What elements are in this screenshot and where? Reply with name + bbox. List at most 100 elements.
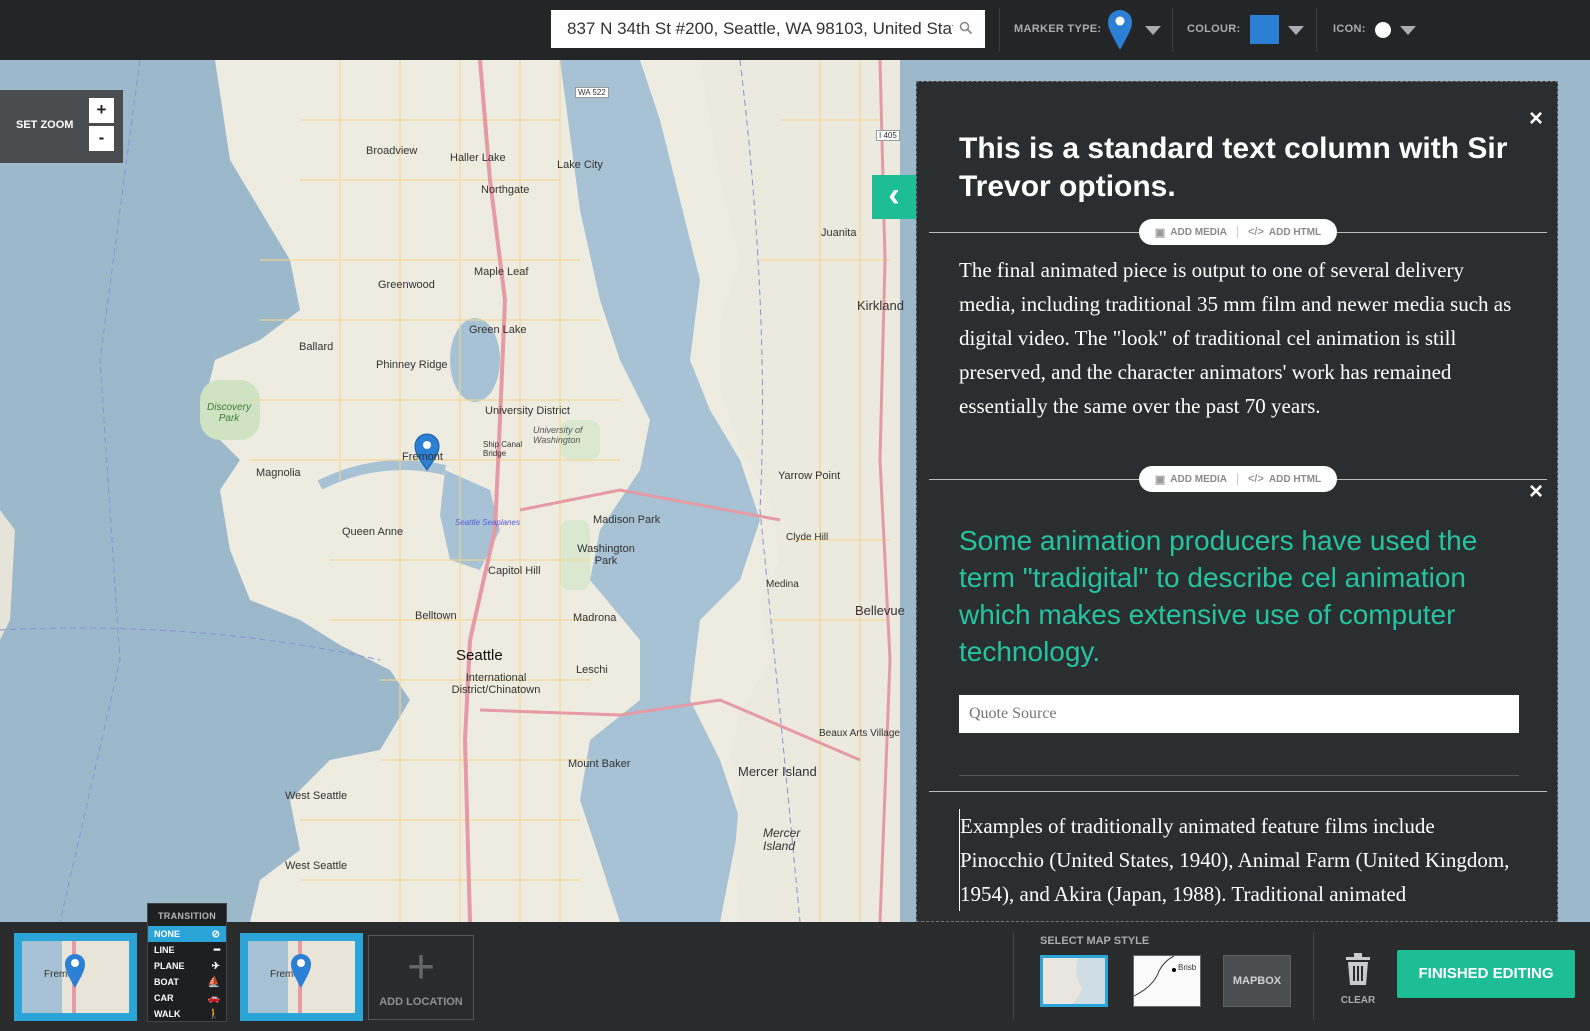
car-icon: 🚗: [207, 992, 220, 1004]
search-icon[interactable]: [959, 21, 975, 37]
map-marker-icon: [291, 954, 311, 988]
transition-option-plane[interactable]: PLANE ✈: [148, 958, 226, 974]
icon-dropdown-icon[interactable]: [1400, 26, 1416, 35]
image-icon: ▣: [1154, 226, 1166, 239]
location-thumbnail[interactable]: Fremont: [14, 933, 137, 1021]
add-location-button[interactable]: + ADD LOCATION: [368, 935, 474, 1020]
map-label: Medina: [766, 579, 799, 590]
add-location-label: ADD LOCATION: [379, 996, 463, 1008]
close-block-icon[interactable]: ×: [1529, 107, 1543, 131]
transition-option-label: BOAT: [154, 977, 179, 987]
map-label: Seattle: [456, 647, 503, 664]
location-thumbnail[interactable]: Fremont: [240, 933, 363, 1021]
walk-icon: 🚶: [207, 1008, 220, 1020]
address-search-box: [551, 10, 985, 48]
address-search-input[interactable]: [567, 19, 953, 39]
add-media-button[interactable]: ▣ ADD MEDIA: [1155, 473, 1227, 486]
transition-option-walk[interactable]: WALK 🚶: [148, 1006, 226, 1022]
plus-icon: +: [406, 941, 436, 994]
bottom-toolbar: Fremont Fremont + ADD LOCATION SELECT MA…: [0, 922, 1590, 1031]
map-editor-app: Broadview Haller Lake Lake City Northgat…: [0, 0, 1590, 1031]
map-style-mapbox[interactable]: MAPBOX: [1223, 955, 1291, 1007]
map-label: Northgate: [481, 184, 530, 196]
story-editor-panel: × This is a standard text column with Si…: [916, 81, 1558, 922]
map-label: Queen Anne: [342, 526, 404, 538]
thumbnail-map: Fremont: [22, 941, 129, 1013]
map-marker-icon: [65, 954, 85, 988]
marker-type-label: MARKER TYPE:: [1014, 23, 1102, 35]
map-label: I 405: [876, 130, 900, 141]
code-icon: </>: [1247, 226, 1264, 238]
clear-label: CLEAR: [1340, 995, 1376, 1006]
clear-button[interactable]: CLEAR: [1335, 952, 1381, 1006]
zoom-in-button[interactable]: +: [89, 98, 114, 123]
colour-label: COLOUR:: [1187, 23, 1241, 35]
icon-label: ICON:: [1333, 23, 1366, 35]
map-label: Haller Lake: [450, 152, 506, 164]
colour-dropdown-icon[interactable]: [1288, 26, 1304, 35]
map-label: Mercer Island: [738, 764, 817, 779]
map-label: West Seattle: [285, 790, 348, 802]
map-label: Beaux Arts Village: [819, 728, 900, 739]
map-label: Fremont: [402, 451, 443, 463]
zoom-out-button[interactable]: -: [89, 126, 114, 151]
pill-separator: [1236, 473, 1238, 485]
image-icon: ▣: [1154, 473, 1166, 486]
quote-block-text[interactable]: Some animation producers have used the t…: [959, 522, 1514, 670]
chevron-left-icon: ‹: [888, 176, 900, 214]
map-label: Clyde Hill: [786, 532, 829, 543]
transition-option-none[interactable]: NONE ⊘: [148, 926, 226, 942]
toolbar-divider: [1172, 8, 1173, 52]
transition-option-boat[interactable]: BOAT ⛵: [148, 974, 226, 990]
add-html-button[interactable]: </> ADD HTML: [1248, 473, 1321, 485]
map-label: Discovery Park: [207, 402, 251, 424]
boat-icon: ⛵: [207, 976, 220, 988]
transition-option-label: NONE: [154, 929, 181, 939]
text-block-paragraph[interactable]: The final animated piece is output to on…: [959, 253, 1519, 423]
map-label: Yarrow Point: [778, 470, 841, 482]
map-label: International District/Chinatown: [451, 672, 541, 696]
add-media-button[interactable]: ▣ ADD MEDIA: [1155, 226, 1227, 239]
transition-option-label: CAR: [154, 993, 174, 1003]
transition-menu: TRANSITION NONE ⊘ LINE ━ PLANE ✈ BOAT ⛵ …: [147, 903, 227, 1022]
toolbar-divider: [1316, 8, 1317, 52]
text-column-heading[interactable]: This is a standard text column with Sir …: [959, 130, 1519, 206]
set-zoom-label: SET ZOOM: [16, 119, 74, 131]
transition-title: TRANSITION: [158, 911, 216, 921]
map-label: Green Lake: [469, 324, 527, 336]
add-html-label: ADD HTML: [1268, 473, 1322, 485]
close-block-icon[interactable]: ×: [1529, 480, 1543, 504]
transition-option-car[interactable]: CAR 🚗: [148, 990, 226, 1006]
map-label: Lake City: [557, 159, 603, 171]
quote-source-input[interactable]: [959, 695, 1519, 733]
marker-type-dropdown-icon[interactable]: [1145, 26, 1161, 35]
text-block-paragraph[interactable]: Examples of traditionally animated featu…: [959, 809, 1519, 911]
map-label: Leschi: [576, 664, 608, 676]
marker-pin-icon[interactable]: [1107, 9, 1133, 56]
map-label: Greenwood: [378, 279, 435, 291]
zoom-control: SET ZOOM + -: [0, 90, 123, 163]
map-style-default[interactable]: [1040, 955, 1108, 1007]
map-label: Maple Leaf: [474, 266, 529, 278]
block-insert-controls: ▣ ADD MEDIA </> ADD HTML: [1139, 219, 1337, 245]
map-label: University District: [485, 405, 570, 417]
map-label: Belltown: [415, 610, 457, 622]
map-label: WA 522: [575, 87, 609, 98]
add-html-button[interactable]: </> ADD HTML: [1248, 226, 1321, 238]
transition-option-line[interactable]: LINE ━: [148, 942, 226, 958]
collapse-panel-button[interactable]: ‹: [872, 175, 916, 219]
map-label: Mercer Island: [763, 826, 801, 853]
toolbar-divider: [999, 8, 1000, 52]
map-style-light[interactable]: Brisb: [1133, 955, 1201, 1007]
map-style-preview: [1043, 958, 1105, 1004]
bottom-divider: [1013, 932, 1014, 1020]
plane-icon: ✈: [211, 960, 220, 972]
finished-editing-button[interactable]: FINISHED EDITING: [1397, 950, 1575, 998]
transition-option-label: LINE: [154, 945, 175, 955]
block-underline: [959, 775, 1519, 776]
colour-swatch[interactable]: [1250, 15, 1279, 44]
circle-icon[interactable]: [1375, 22, 1391, 38]
map-label: Bellevue: [855, 603, 905, 618]
map-label: Magnolia: [256, 467, 301, 479]
top-toolbar: MARKER TYPE: COLOUR: ICON:: [0, 0, 1590, 60]
